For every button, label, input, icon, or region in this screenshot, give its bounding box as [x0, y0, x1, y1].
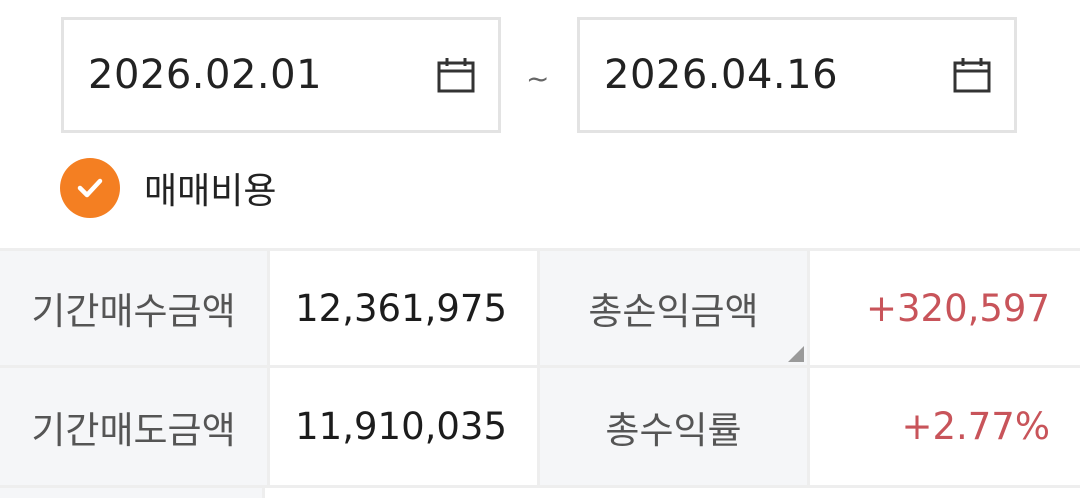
next-row-label [0, 488, 262, 498]
buy-amount-label: 기간매수금액 [0, 251, 267, 365]
total-return-value: +2.77% [810, 368, 1080, 485]
total-return-label: 총수익률 [540, 368, 807, 485]
checkbox-checked-indicator[interactable] [60, 158, 120, 218]
total-pnl-label-text: 총손익금액 [588, 290, 759, 333]
info-corner-icon[interactable] [788, 346, 804, 362]
summary-table: 기간매수금액 12,361,975 총손익금액 +320,597 기간매도금액 … [0, 248, 1080, 498]
calendar-icon[interactable] [952, 55, 992, 95]
start-date-field[interactable]: 2026.02.01 [61, 17, 501, 133]
date-range-separator: ~ [526, 62, 550, 95]
calendar-icon[interactable] [436, 55, 476, 95]
total-pnl-label[interactable]: 총손익금액 [540, 251, 807, 365]
end-date-value: 2026.04.16 [604, 52, 839, 98]
start-date-value: 2026.02.01 [88, 52, 323, 98]
sell-amount-value: 11,910,035 [270, 368, 537, 485]
end-date-field[interactable]: 2026.04.16 [577, 17, 1017, 133]
total-pnl-value: +320,597 [810, 251, 1080, 365]
next-row-value [265, 488, 1080, 498]
sell-amount-label: 기간매도금액 [0, 368, 267, 485]
trading-cost-label: 매매비용 [144, 171, 277, 212]
buy-amount-value: 12,361,975 [270, 251, 537, 365]
check-icon [77, 178, 103, 198]
trading-cost-checkbox[interactable]: 매매비용 [60, 157, 276, 219]
